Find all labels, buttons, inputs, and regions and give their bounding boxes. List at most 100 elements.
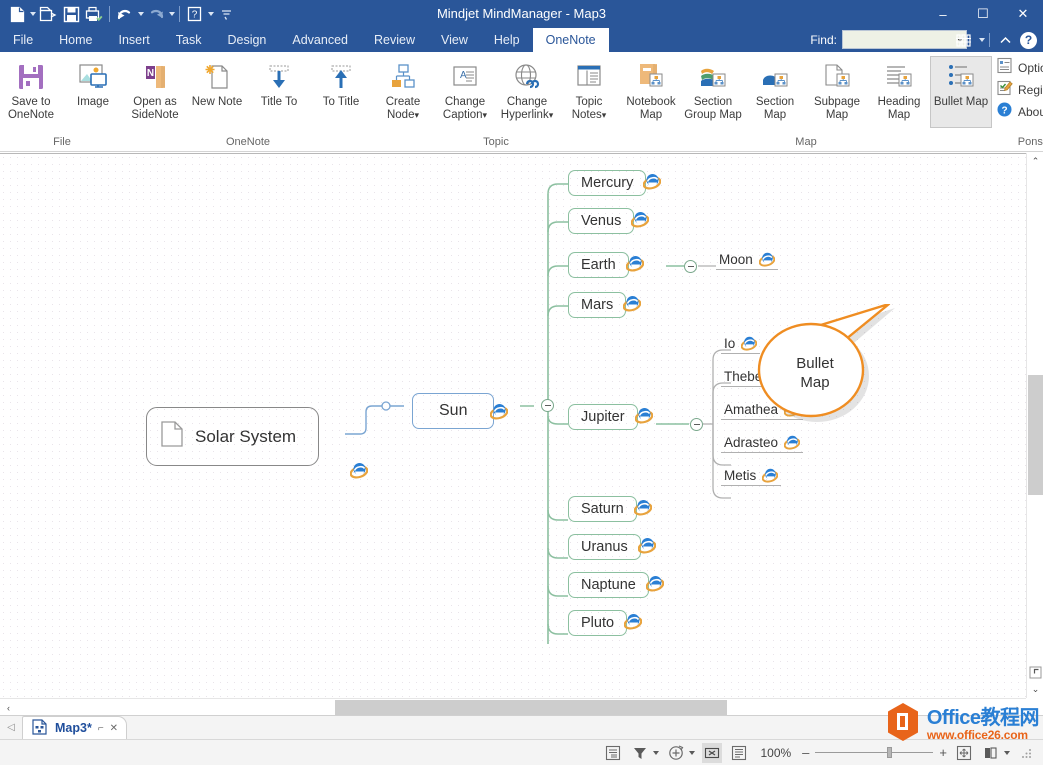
filter-icon[interactable] — [630, 743, 650, 763]
undo-dropdown-icon[interactable] — [138, 12, 144, 16]
tabstrip-prev-button[interactable]: ◁ — [0, 715, 22, 739]
zoom-out-button[interactable]: – — [802, 745, 809, 760]
map-node-naptune[interactable]: Naptune — [568, 572, 665, 598]
map-node-jupiter[interactable]: Jupiter — [568, 404, 653, 430]
save-icon[interactable] — [60, 3, 82, 25]
new-document-dropdown-icon[interactable] — [30, 12, 36, 16]
horizontal-scrollbar[interactable]: ‹ › — [0, 698, 1026, 715]
map-node-metis[interactable]: Metis — [721, 466, 782, 486]
planet-node-box[interactable]: Naptune — [568, 572, 649, 598]
heading-map-button[interactable]: Heading Map — [868, 56, 930, 128]
tab-close-button[interactable]: ✕ — [110, 723, 118, 734]
ribbon-tab-home[interactable]: Home — [46, 28, 105, 52]
ribbon-tab-design[interactable]: Design — [214, 28, 279, 52]
open-as-sidenote-button[interactable]: N Open as SideNote — [124, 56, 186, 128]
tab-restore-button[interactable]: ⌐ — [98, 723, 104, 734]
topic-notes-button[interactable]: Topic Notes▾ — [558, 56, 620, 128]
layout-icon[interactable] — [981, 743, 1001, 763]
new-document-icon[interactable] — [6, 3, 28, 25]
internet-explorer-icon[interactable] — [758, 251, 776, 267]
print-preview-icon[interactable] — [83, 3, 105, 25]
register-button[interactable]: Register — [992, 79, 1043, 101]
map-node-pluto[interactable]: Pluto — [568, 610, 643, 636]
internet-explorer-icon[interactable] — [622, 295, 642, 316]
vertical-scrollbar[interactable]: ⌃ ⌄ — [1026, 153, 1043, 698]
scroll-right-button[interactable]: › — [1009, 699, 1026, 716]
internet-explorer-icon[interactable] — [349, 461, 369, 479]
moon-node-box[interactable]: Metis — [721, 466, 782, 486]
outline-view-icon[interactable] — [603, 743, 623, 763]
ribbon-tab-help[interactable]: Help — [481, 28, 533, 52]
internet-explorer-icon[interactable] — [767, 368, 785, 384]
internet-explorer-icon[interactable] — [783, 401, 801, 417]
internet-explorer-icon[interactable] — [783, 434, 801, 450]
moon-node-box[interactable]: Amathea — [721, 400, 804, 420]
fit-map-icon[interactable] — [702, 742, 723, 763]
minimize-button[interactable]: – — [923, 0, 963, 28]
map-node-venus[interactable]: Venus — [568, 208, 650, 234]
ribbon-tab-review[interactable]: Review — [361, 28, 428, 52]
internet-explorer-icon[interactable] — [643, 173, 662, 194]
options-button[interactable]: Options — [992, 57, 1043, 79]
notebook-map-button[interactable]: Notebook Map — [620, 56, 682, 128]
collapse-toggle-earth[interactable] — [684, 260, 697, 273]
close-button[interactable]: ✕ — [1003, 0, 1043, 28]
map-node-saturn[interactable]: Saturn — [568, 496, 653, 522]
internet-explorer-icon[interactable] — [645, 575, 665, 596]
root-node-box[interactable]: Solar System — [146, 407, 320, 466]
planet-node-box[interactable]: Jupiter — [568, 404, 638, 430]
internet-explorer-icon[interactable] — [625, 255, 645, 276]
ribbon-tab-insert[interactable]: Insert — [106, 28, 163, 52]
new-note-button[interactable]: New Note — [186, 56, 248, 128]
horizontal-scroll-thumb[interactable] — [335, 700, 727, 715]
planet-node-box[interactable]: Pluto — [568, 610, 628, 636]
internet-explorer-icon[interactable] — [740, 335, 758, 351]
map-node-sun[interactable]: Sun — [412, 393, 509, 429]
change-caption-button[interactable]: A Change Caption▾ — [434, 56, 496, 128]
to-title-button[interactable]: To Title — [310, 56, 372, 128]
save-to-onenote-button[interactable]: Save to OneNote — [0, 56, 62, 128]
zoom-handle[interactable] — [887, 747, 893, 758]
map-node-moon[interactable]: Moon — [716, 250, 778, 270]
vertical-scroll-thumb[interactable] — [1028, 375, 1043, 495]
customize-toolbar-icon[interactable] — [215, 3, 237, 25]
collapse-toggle-jupiter[interactable] — [690, 418, 703, 431]
scroll-up-button[interactable]: ⌃ — [1027, 153, 1043, 170]
zoom-slider[interactable]: – + — [802, 745, 947, 760]
map-node-mars[interactable]: Mars — [568, 292, 642, 318]
title-to-button[interactable]: Title To — [248, 56, 310, 128]
help-question-icon[interactable]: ? — [184, 3, 206, 25]
zoom-in-button[interactable]: + — [939, 745, 947, 760]
undo-icon[interactable] — [114, 3, 136, 25]
planet-node-box[interactable]: Venus — [568, 208, 635, 234]
about-button[interactable]: ? About — [992, 101, 1043, 123]
map-node-io[interactable]: Io — [721, 334, 761, 354]
planet-node-box[interactable]: Uranus — [568, 534, 641, 560]
change-hyperlink-button[interactable]: Change Hyperlink▾ — [496, 56, 558, 128]
map-node-earth[interactable]: Earth — [568, 252, 645, 278]
moon-node-box[interactable]: Io — [721, 334, 761, 354]
layout-dropdown-icon[interactable] — [1004, 750, 1010, 755]
map-node-mercury[interactable]: Mercury — [568, 170, 662, 196]
internet-explorer-icon[interactable] — [630, 211, 650, 232]
moon-node-box[interactable]: Thebe — [721, 367, 788, 387]
document-tab-map3[interactable]: Map3* ⌐ ✕ — [22, 716, 128, 739]
moon-node-box[interactable]: Moon — [716, 250, 778, 270]
internet-explorer-icon[interactable] — [623, 613, 643, 634]
map-node-root[interactable]: Solar System — [146, 407, 369, 479]
map-node-uranus[interactable]: Uranus — [568, 534, 657, 560]
ribbon-tab-advanced[interactable]: Advanced — [279, 28, 361, 52]
internet-explorer-icon[interactable] — [761, 467, 779, 483]
internet-explorer-icon[interactable] — [490, 402, 509, 420]
find-input[interactable] — [842, 30, 967, 49]
ribbon-tab-onenote[interactable]: OneNote — [532, 28, 609, 52]
open-icon[interactable] — [37, 3, 59, 25]
fit-page-icon[interactable] — [954, 743, 974, 763]
help-dropdown-icon[interactable] — [208, 12, 214, 16]
filter-dropdown-icon[interactable] — [653, 750, 660, 755]
map-canvas[interactable]: Solar System Sun Mercury Venus Earth Mar… — [0, 153, 1043, 698]
fit-view-corner-button[interactable] — [1027, 664, 1043, 681]
planet-node-box[interactable]: Mars — [568, 292, 627, 318]
map-parts-icon[interactable] — [952, 29, 974, 51]
scroll-down-button[interactable]: ⌄ — [1027, 681, 1043, 698]
